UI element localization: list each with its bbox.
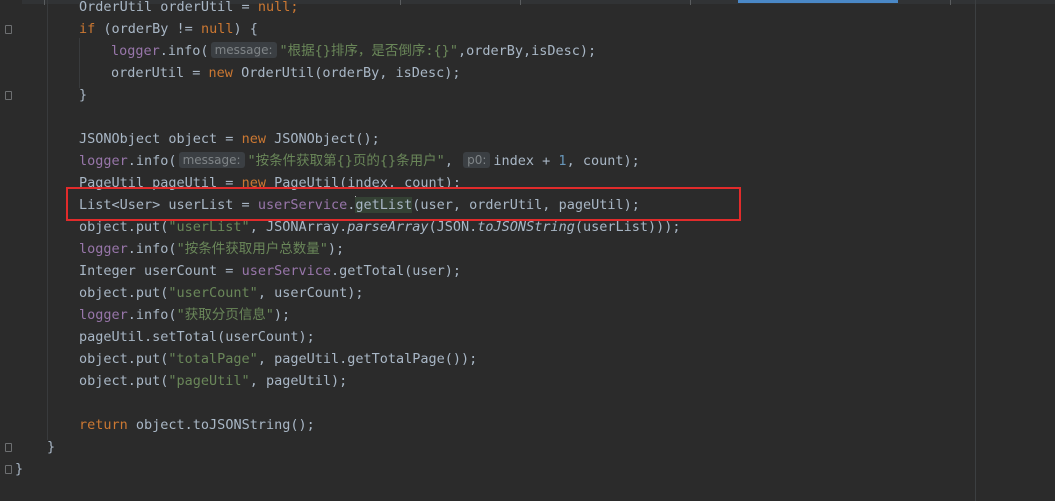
- keyword-token: new: [208, 65, 233, 81]
- code-text: index +: [493, 153, 559, 169]
- code-text: );: [273, 307, 291, 323]
- string-literal: "按条件获取第{}页的{}条用户": [247, 153, 445, 169]
- code-line[interactable]: logger.info("按条件获取用户总数量");: [79, 238, 344, 260]
- code-line[interactable]: pageUtil.setTotal(userCount);: [79, 326, 315, 348]
- field-token: logger: [79, 241, 128, 257]
- code-text: ,orderBy,isDesc);: [457, 43, 597, 59]
- code-line[interactable]: return object.toJSONString();: [79, 414, 315, 436]
- string-literal: "获取分页信息": [176, 307, 274, 323]
- code-text: , JSONArray.: [249, 219, 348, 235]
- code-text: JSONObject();: [265, 131, 380, 147]
- code-text: }: [15, 461, 24, 477]
- code-text: (userList)));: [574, 219, 681, 235]
- code-text: .info(: [127, 241, 177, 257]
- code-text: , pageUtil);: [249, 373, 348, 389]
- tab-separator: [690, 0, 691, 5]
- field-token: userService: [241, 263, 331, 279]
- indent-guide: [79, 38, 80, 88]
- code-text: object.put(: [79, 285, 169, 301]
- fold-icon[interactable]: [5, 25, 12, 34]
- editor-gutter[interactable]: [0, 0, 22, 501]
- keyword-token: new: [241, 131, 266, 147]
- keyword-token: return: [79, 417, 128, 433]
- code-line[interactable]: JSONObject object = new JSONObject();: [79, 128, 380, 150]
- code-line[interactable]: object.put("totalPage", pageUtil.getTota…: [79, 348, 477, 370]
- parameter-hint: message:: [210, 42, 277, 58]
- code-text: }: [47, 439, 56, 455]
- field-token: logger: [79, 307, 128, 323]
- code-text: object.put(: [79, 219, 169, 235]
- fold-icon[interactable]: [5, 91, 12, 100]
- parameter-hint: message:: [178, 152, 245, 168]
- tab-separator: [44, 0, 45, 5]
- string-literal: "userList": [168, 219, 250, 235]
- code-line[interactable]: orderUtil = new OrderUtil(orderBy, isDes…: [111, 62, 461, 84]
- code-line[interactable]: object.put("pageUtil", pageUtil);: [79, 370, 347, 392]
- code-line[interactable]: }: [79, 84, 87, 106]
- string-literal: "pageUtil": [168, 373, 250, 389]
- fold-icon[interactable]: [5, 443, 12, 452]
- tab-separator: [520, 0, 521, 5]
- code-text: , userCount);: [257, 285, 364, 301]
- code-line[interactable]: object.put("userCount", userCount);: [79, 282, 363, 304]
- code-text: object.put(: [79, 373, 169, 389]
- field-token: logger: [79, 153, 128, 169]
- code-text: .info(: [159, 43, 209, 59]
- string-literal: "userCount": [168, 285, 258, 301]
- code-text: object.put(: [79, 351, 169, 367]
- string-literal: "根据{}排序，是否倒序:{}": [279, 43, 458, 59]
- code-text: (JSON.: [428, 219, 478, 235]
- code-text: (orderBy !=: [95, 21, 201, 37]
- code-text: orderUtil =: [111, 65, 209, 81]
- code-line[interactable]: OrderUtil orderUtil = null;: [79, 0, 298, 18]
- code-text: pageUtil.setTotal(userCount);: [79, 329, 315, 345]
- code-text: OrderUtil(orderBy, isDesc);: [232, 65, 461, 81]
- string-literal: "按条件获取用户总数量": [176, 241, 328, 257]
- field-token: logger: [111, 43, 160, 59]
- code-line[interactable]: Integer userCount = userService.getTotal…: [79, 260, 461, 282]
- code-text: }: [79, 87, 88, 103]
- code-text: OrderUtil orderUtil =: [79, 0, 258, 15]
- code-text: .getTotal(user);: [330, 263, 462, 279]
- string-literal: "totalPage": [168, 351, 258, 367]
- code-text: ) {: [233, 21, 258, 37]
- code-line[interactable]: logger.info(message: "按条件获取第{}页的{}条用户", p…: [79, 150, 640, 172]
- static-method-token: parseArray: [347, 219, 429, 235]
- code-line[interactable]: logger.info(message: "根据{}排序，是否倒序:{}",ord…: [111, 40, 596, 62]
- code-text: .info(: [127, 153, 177, 169]
- tab-separator: [400, 0, 401, 5]
- keyword-token: null: [200, 21, 234, 37]
- tab-separator: [950, 0, 951, 5]
- code-text: .info(: [127, 307, 177, 323]
- code-text: ,: [444, 153, 462, 169]
- code-editor[interactable]: OrderUtil orderUtil = null; if (orderBy …: [0, 0, 1055, 501]
- static-method-token: toJSONString: [477, 219, 575, 235]
- active-tab-indicator: [738, 0, 898, 3]
- right-margin-guide: [975, 0, 976, 501]
- code-text: , count);: [566, 153, 640, 169]
- code-text: JSONObject object =: [79, 131, 242, 147]
- code-text: Integer userCount =: [79, 263, 242, 279]
- fold-icon[interactable]: [5, 465, 12, 474]
- keyword-token: null: [257, 0, 291, 15]
- annotation-highlight-box: [66, 187, 741, 221]
- code-text: , pageUtil.getTotalPage());: [257, 351, 478, 367]
- code-line[interactable]: if (orderBy != null) {: [79, 18, 258, 40]
- parameter-hint: p0:: [463, 152, 491, 168]
- indent-guide: [47, 0, 48, 440]
- code-text: ;: [290, 0, 299, 15]
- code-line[interactable]: }: [15, 458, 23, 480]
- code-line[interactable]: logger.info("获取分页信息");: [79, 304, 290, 326]
- code-text: );: [327, 241, 345, 257]
- keyword-token: if: [79, 21, 96, 37]
- code-text: object.toJSONString();: [127, 417, 315, 433]
- code-line[interactable]: }: [47, 436, 55, 458]
- number-literal: 1: [558, 153, 567, 169]
